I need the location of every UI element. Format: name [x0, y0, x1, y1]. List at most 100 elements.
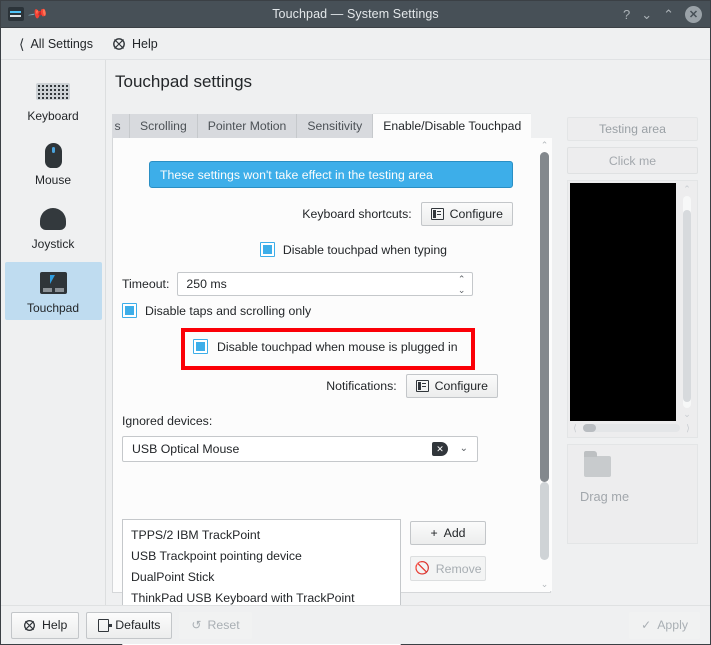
- no-entry-icon: 🚫: [414, 561, 430, 575]
- window-controls: ? ⌄ ⌃ ✕: [590, 5, 710, 23]
- timeout-stepper[interactable]: ⌃ ⌄: [458, 275, 466, 295]
- scrollbar-thumb[interactable]: [683, 210, 691, 402]
- ignored-devices-combo-row: USB Optical Mouse ✕ ⌄: [122, 436, 478, 462]
- spinner-up-icon[interactable]: ⌃: [458, 275, 466, 284]
- spinner-down-icon[interactable]: ⌄: [458, 286, 466, 295]
- click-me-button[interactable]: Click me: [567, 147, 698, 174]
- sidebar-item-label: Touchpad: [26, 301, 80, 315]
- title-bar: 📌 Touchpad — System Settings ? ⌄ ⌃ ✕: [1, 1, 710, 28]
- help-button[interactable]: Help: [11, 611, 80, 639]
- defaults-button[interactable]: Defaults: [86, 611, 173, 639]
- bottom-button-bar: Help Defaults ↺ Reset ✓ Apply: [1, 605, 710, 644]
- clear-icon[interactable]: ✕: [432, 442, 448, 456]
- disable-taps-checkbox[interactable]: [122, 303, 137, 318]
- scroll-left-icon[interactable]: ⟨: [570, 423, 580, 434]
- button-label: Remove: [435, 561, 482, 576]
- scroll-down-icon[interactable]: ⌄: [683, 408, 691, 421]
- close-icon[interactable]: ✕: [685, 5, 702, 23]
- help-button[interactable]: Help: [104, 34, 166, 54]
- joystick-icon: [36, 204, 70, 234]
- button-label: Defaults: [115, 618, 161, 632]
- disable-taps-row[interactable]: Disable taps and scrolling only: [122, 303, 311, 318]
- test-horizontal-scrollbar[interactable]: ⟨ ⟩: [570, 421, 693, 435]
- pin-icon[interactable]: 📌: [27, 3, 49, 25]
- disable-when-typing-label: Disable touchpad when typing: [282, 242, 447, 257]
- touchpad-app-icon: [8, 7, 24, 21]
- test-vertical-scrollbar[interactable]: ⌃ ⌄: [680, 183, 694, 421]
- tab-label: s: [114, 119, 121, 133]
- tab-bar: s Scrolling Pointer Motion Sensitivity E…: [112, 113, 558, 138]
- sidebar-item-mouse[interactable]: Mouse: [5, 134, 102, 192]
- sidebar-item-keyboard[interactable]: Keyboard: [5, 70, 102, 128]
- scrollbar-track[interactable]: [583, 424, 680, 432]
- content-area: Touchpad settings s Scrolling Pointer Mo…: [106, 60, 710, 645]
- scrollbar-thumb[interactable]: [540, 152, 549, 482]
- keyboard-shortcuts-label: Keyboard shortcuts:: [302, 207, 412, 221]
- list-item[interactable]: TPPS/2 IBM TrackPoint: [123, 524, 400, 545]
- folder-icon[interactable]: [584, 451, 611, 477]
- configure-icon: [430, 208, 444, 220]
- disable-when-mouse-row[interactable]: Disable touchpad when mouse is plugged i…: [193, 339, 458, 354]
- testing-panel: Testing area Click me ⌃ ⌄ ⟨ ⟩ Drag me: [561, 114, 703, 604]
- sidebar-item-touchpad[interactable]: Touchpad: [4, 262, 102, 320]
- reset-button: ↺ Reset: [179, 611, 252, 639]
- chevron-down-icon[interactable]: ⌄: [641, 8, 652, 21]
- button-label: Configure: [434, 379, 488, 393]
- all-settings-button[interactable]: ⟨ All Settings: [11, 34, 101, 54]
- scroll-right-icon[interactable]: ⟩: [683, 423, 693, 434]
- test-black-view[interactable]: ⌃ ⌄ ⟨ ⟩: [567, 180, 698, 438]
- list-item[interactable]: DualPoint Stick: [123, 566, 400, 587]
- page-scrollbar[interactable]: ⌃ ⌄: [537, 138, 552, 591]
- chevron-left-icon: ⟨: [19, 35, 25, 52]
- info-banner-text: These settings won't take effect in the …: [160, 167, 433, 182]
- check-icon: ✓: [641, 618, 652, 632]
- device-combobox-value: USB Optical Mouse: [132, 442, 240, 456]
- disable-when-typing-row[interactable]: Disable touchpad when typing: [113, 242, 513, 257]
- tab-label: Scrolling: [140, 119, 187, 133]
- help-icon: [23, 619, 36, 632]
- chevron-down-icon[interactable]: ⌄: [460, 443, 468, 454]
- question-mark-icon[interactable]: ?: [623, 8, 630, 21]
- scroll-up-icon[interactable]: ⌃: [541, 138, 549, 152]
- tab-taps[interactable]: s: [112, 114, 130, 138]
- timeout-value: 250 ms: [186, 277, 227, 291]
- window-title: Touchpad — System Settings: [272, 7, 439, 21]
- tab-enable-disable-touchpad[interactable]: Enable/Disable Touchpad: [373, 113, 532, 138]
- disable-taps-label: Disable taps and scrolling only: [145, 303, 312, 318]
- timeout-spinbox[interactable]: 250 ms ⌃ ⌄: [177, 272, 474, 296]
- keyboard-icon: [36, 76, 70, 106]
- ignored-devices-label-row: Ignored devices:: [122, 414, 212, 428]
- notifications-configure-button[interactable]: Configure: [405, 374, 498, 398]
- scroll-down-icon[interactable]: ⌄: [541, 577, 549, 591]
- toolbar: ⟨ All Settings Help: [1, 28, 710, 60]
- scrollbar-thumb-rest[interactable]: [540, 482, 549, 560]
- scrollbar-track[interactable]: [540, 152, 549, 577]
- disable-when-mouse-checkbox[interactable]: [193, 339, 208, 354]
- mouse-icon: [36, 140, 70, 170]
- tab-label: Sensitivity: [307, 119, 363, 133]
- scrollbar-track[interactable]: [683, 196, 691, 408]
- chevron-up-icon[interactable]: ⌃: [663, 8, 674, 21]
- test-canvas[interactable]: [570, 183, 676, 421]
- tab-sensitivity[interactable]: Sensitivity: [297, 114, 374, 138]
- drag-area[interactable]: Drag me: [567, 444, 698, 544]
- add-device-button[interactable]: + Add: [410, 521, 486, 545]
- sidebar-item-label: Keyboard: [27, 109, 79, 123]
- scroll-up-icon[interactable]: ⌃: [683, 183, 691, 196]
- timeout-label: Timeout:: [122, 277, 170, 291]
- scrollbar-thumb[interactable]: [583, 424, 596, 432]
- title-bar-left-icons: 📌: [1, 3, 121, 25]
- all-settings-label: All Settings: [30, 36, 93, 51]
- tab-pointer-motion[interactable]: Pointer Motion: [197, 114, 298, 138]
- keyboard-shortcuts-row: Keyboard shortcuts: Configure: [113, 202, 513, 226]
- keyboard-shortcuts-configure-button[interactable]: Configure: [420, 202, 513, 226]
- list-item[interactable]: USB Trackpoint pointing device: [123, 545, 400, 566]
- sidebar-item-joystick[interactable]: Joystick: [5, 198, 102, 256]
- device-combobox[interactable]: USB Optical Mouse ✕ ⌄: [122, 436, 478, 462]
- testing-area-title: Testing area: [567, 117, 698, 141]
- touchpad-icon: [36, 268, 70, 298]
- disable-when-typing-checkbox[interactable]: [259, 242, 275, 257]
- bottom-left-buttons: Help Defaults ↺ Reset: [11, 611, 252, 639]
- tab-scrolling[interactable]: Scrolling: [130, 114, 198, 138]
- tab-label: Enable/Disable Touchpad: [383, 119, 522, 133]
